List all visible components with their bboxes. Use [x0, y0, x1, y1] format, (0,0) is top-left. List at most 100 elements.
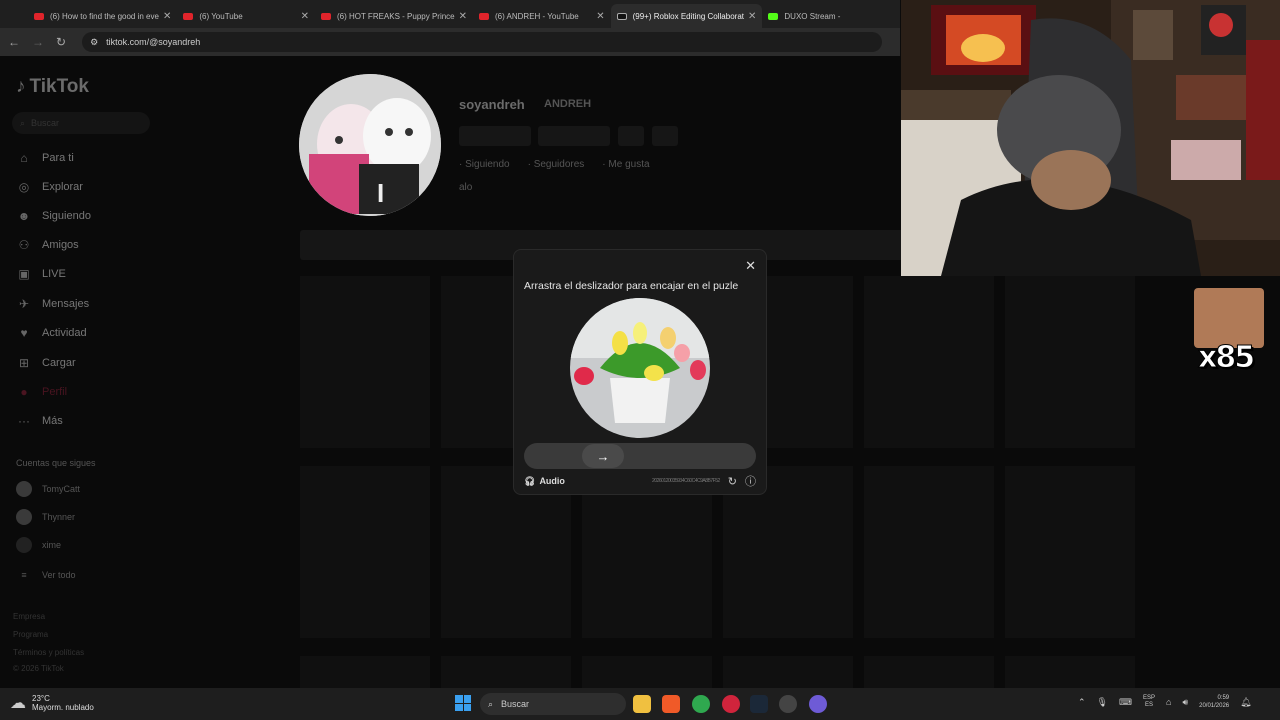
- footer-link[interactable]: Programa: [13, 630, 48, 639]
- video-tile[interactable]: [582, 656, 712, 688]
- video-tile[interactable]: [300, 466, 430, 638]
- following-item[interactable]: xime: [16, 536, 61, 554]
- avatar: [16, 537, 32, 553]
- url-field[interactable]: ⚙ tiktok.com/@soyandreh: [82, 32, 883, 52]
- microphone-icon[interactable]: 🎙︎: [1097, 697, 1108, 708]
- nav-explorar[interactable]: ◎ Explorar: [16, 177, 216, 197]
- app-icon[interactable]: [779, 695, 797, 713]
- video-tile[interactable]: [723, 656, 853, 688]
- cloud-icon: ☁: [10, 695, 26, 712]
- info-icon[interactable]: ⓘ: [745, 473, 756, 489]
- system-tray: ⌃ 🎙︎ ⌨ ESP ES ⌂ 🔊︎ 0:59 20/01/2026 🔔︎: [1078, 694, 1252, 710]
- tab-3[interactable]: (6) HOT FREAKS - Puppy Prince ✕: [315, 4, 473, 28]
- close-icon[interactable]: ✕: [745, 258, 756, 274]
- nav-actividad[interactable]: ♥ Actividad: [16, 323, 216, 343]
- forward-icon[interactable]: →: [32, 35, 44, 49]
- youtube-icon: [34, 12, 44, 20]
- brave-icon[interactable]: [662, 695, 680, 713]
- nav-amigos[interactable]: ⚇ Amigos: [16, 235, 216, 255]
- tab-4[interactable]: (6) ANDREH - YouTube ✕: [473, 4, 611, 28]
- refresh-icon[interactable]: ↻: [728, 475, 737, 488]
- video-tile[interactable]: [300, 656, 430, 688]
- arrow-right-icon: →: [596, 448, 610, 464]
- close-icon[interactable]: ✕: [596, 11, 604, 22]
- following-item[interactable]: TomyCatt: [16, 480, 80, 498]
- captcha-slider-track[interactable]: →: [524, 443, 756, 469]
- meme-face-image: [1194, 288, 1264, 348]
- back-icon[interactable]: ←: [8, 35, 20, 49]
- stat-followers[interactable]: · Seguidores: [528, 159, 585, 170]
- clock[interactable]: 0:59 20/01/2026: [1199, 694, 1229, 710]
- profile-button-placeholder[interactable]: [538, 126, 610, 146]
- speaker-icon[interactable]: 🔊︎: [1182, 697, 1188, 708]
- video-tile[interactable]: [300, 276, 430, 448]
- footer-link[interactable]: Términos y políticas: [13, 648, 84, 657]
- chrome-icon[interactable]: [692, 695, 710, 713]
- steam-icon[interactable]: [750, 695, 768, 713]
- tab-6[interactable]: DUXO Stream -: [762, 4, 900, 28]
- video-tile[interactable]: [864, 656, 994, 688]
- discord-icon[interactable]: [809, 695, 827, 713]
- close-icon[interactable]: ✕: [748, 11, 756, 22]
- chevron-up-icon[interactable]: ⌃: [1078, 697, 1086, 708]
- captcha-dialog: ✕ Arrastra el deslizador para encajar en…: [513, 249, 767, 495]
- profile-icon: ●: [20, 385, 28, 399]
- tab-1[interactable]: (6) How to find the good in eve ✕: [28, 4, 177, 28]
- video-tile[interactable]: [864, 276, 994, 448]
- copyright: © 2026 TikTok: [13, 664, 64, 673]
- language-indicator[interactable]: ESP ES: [1143, 695, 1155, 709]
- profile-button-placeholder[interactable]: [618, 126, 644, 146]
- profile-button-placeholder[interactable]: [652, 126, 678, 146]
- nav-mensajes[interactable]: ✈ Mensajes: [16, 294, 216, 314]
- search-icon: ⌕: [488, 698, 494, 709]
- audio-button[interactable]: 🎧︎ Audio: [524, 476, 565, 487]
- start-button[interactable]: [455, 695, 471, 711]
- network-icon[interactable]: ⌂: [1166, 697, 1171, 707]
- profile-button-placeholder[interactable]: [459, 126, 531, 146]
- youtube-icon: [183, 12, 194, 20]
- notification-icon[interactable]: 🔔︎: [1240, 697, 1251, 708]
- tiktok-logo[interactable]: ♪ TikTok: [16, 76, 89, 98]
- profile-bio: alo: [459, 182, 473, 193]
- footer-link[interactable]: Empresa: [13, 612, 45, 621]
- messages-icon: ✈: [18, 297, 30, 311]
- file-explorer-icon[interactable]: [633, 695, 651, 713]
- profile-avatar: I: [299, 74, 441, 216]
- tab-2[interactable]: (6) YouTube ✕: [177, 4, 315, 28]
- nav-live[interactable]: ▣ LIVE: [16, 264, 216, 284]
- taskbar-search[interactable]: ⌕ Buscar: [480, 693, 626, 715]
- nav-cargar[interactable]: ⊞ Cargar: [16, 353, 216, 373]
- following-heading: Cuentas que sigues: [16, 458, 96, 468]
- reload-icon[interactable]: ↻: [56, 35, 66, 49]
- sidebar-search-input[interactable]: ⌕ Buscar: [12, 112, 150, 134]
- stat-following[interactable]: · Siguiendo: [459, 159, 510, 170]
- avatar: [16, 509, 32, 525]
- nav-para-ti[interactable]: ⌂ Para ti: [16, 148, 216, 168]
- keyboard-icon[interactable]: ⌨: [1119, 697, 1132, 708]
- weather-widget[interactable]: ☁ 23°C Mayorm. nublado: [10, 693, 94, 713]
- tab-bar: (6) How to find the good in eve ✕ (6) You…: [0, 0, 900, 28]
- tiktok-note-icon: ♪: [16, 76, 26, 97]
- app-icon[interactable]: [722, 695, 740, 713]
- video-tile[interactable]: [1005, 276, 1135, 448]
- nav-mas[interactable]: ··· Más: [16, 411, 216, 431]
- captcha-slider-handle[interactable]: →: [582, 444, 624, 468]
- close-icon[interactable]: ✕: [301, 11, 309, 22]
- list-icon: ≡: [21, 570, 27, 580]
- site-info-icon[interactable]: ⚙: [90, 37, 98, 48]
- tab-5-active[interactable]: (99+) Roblox Editing Collaborat ✕: [610, 4, 763, 28]
- close-icon[interactable]: ✕: [459, 11, 467, 22]
- video-tile[interactable]: [1005, 466, 1135, 638]
- close-icon[interactable]: ✕: [163, 11, 171, 22]
- nav-siguiendo[interactable]: ☻ Siguiendo: [16, 206, 216, 226]
- friends-icon: ⚇: [18, 238, 30, 252]
- nav-perfil[interactable]: ● Perfil: [16, 382, 216, 402]
- compass-icon: ◎: [18, 180, 30, 194]
- video-tile[interactable]: [441, 656, 571, 688]
- captcha-footer: 🎧︎ Audio 20260120035934C60C4C9A8B7F52 ↻ ⓘ: [524, 473, 756, 489]
- video-tile[interactable]: [1005, 656, 1135, 688]
- profile-stats: · Siguiendo · Seguidores · Me gusta: [459, 159, 650, 170]
- following-item[interactable]: Thynner: [16, 508, 75, 526]
- see-all-link[interactable]: ≡ Ver todo: [16, 566, 75, 584]
- video-tile[interactable]: [864, 466, 994, 638]
